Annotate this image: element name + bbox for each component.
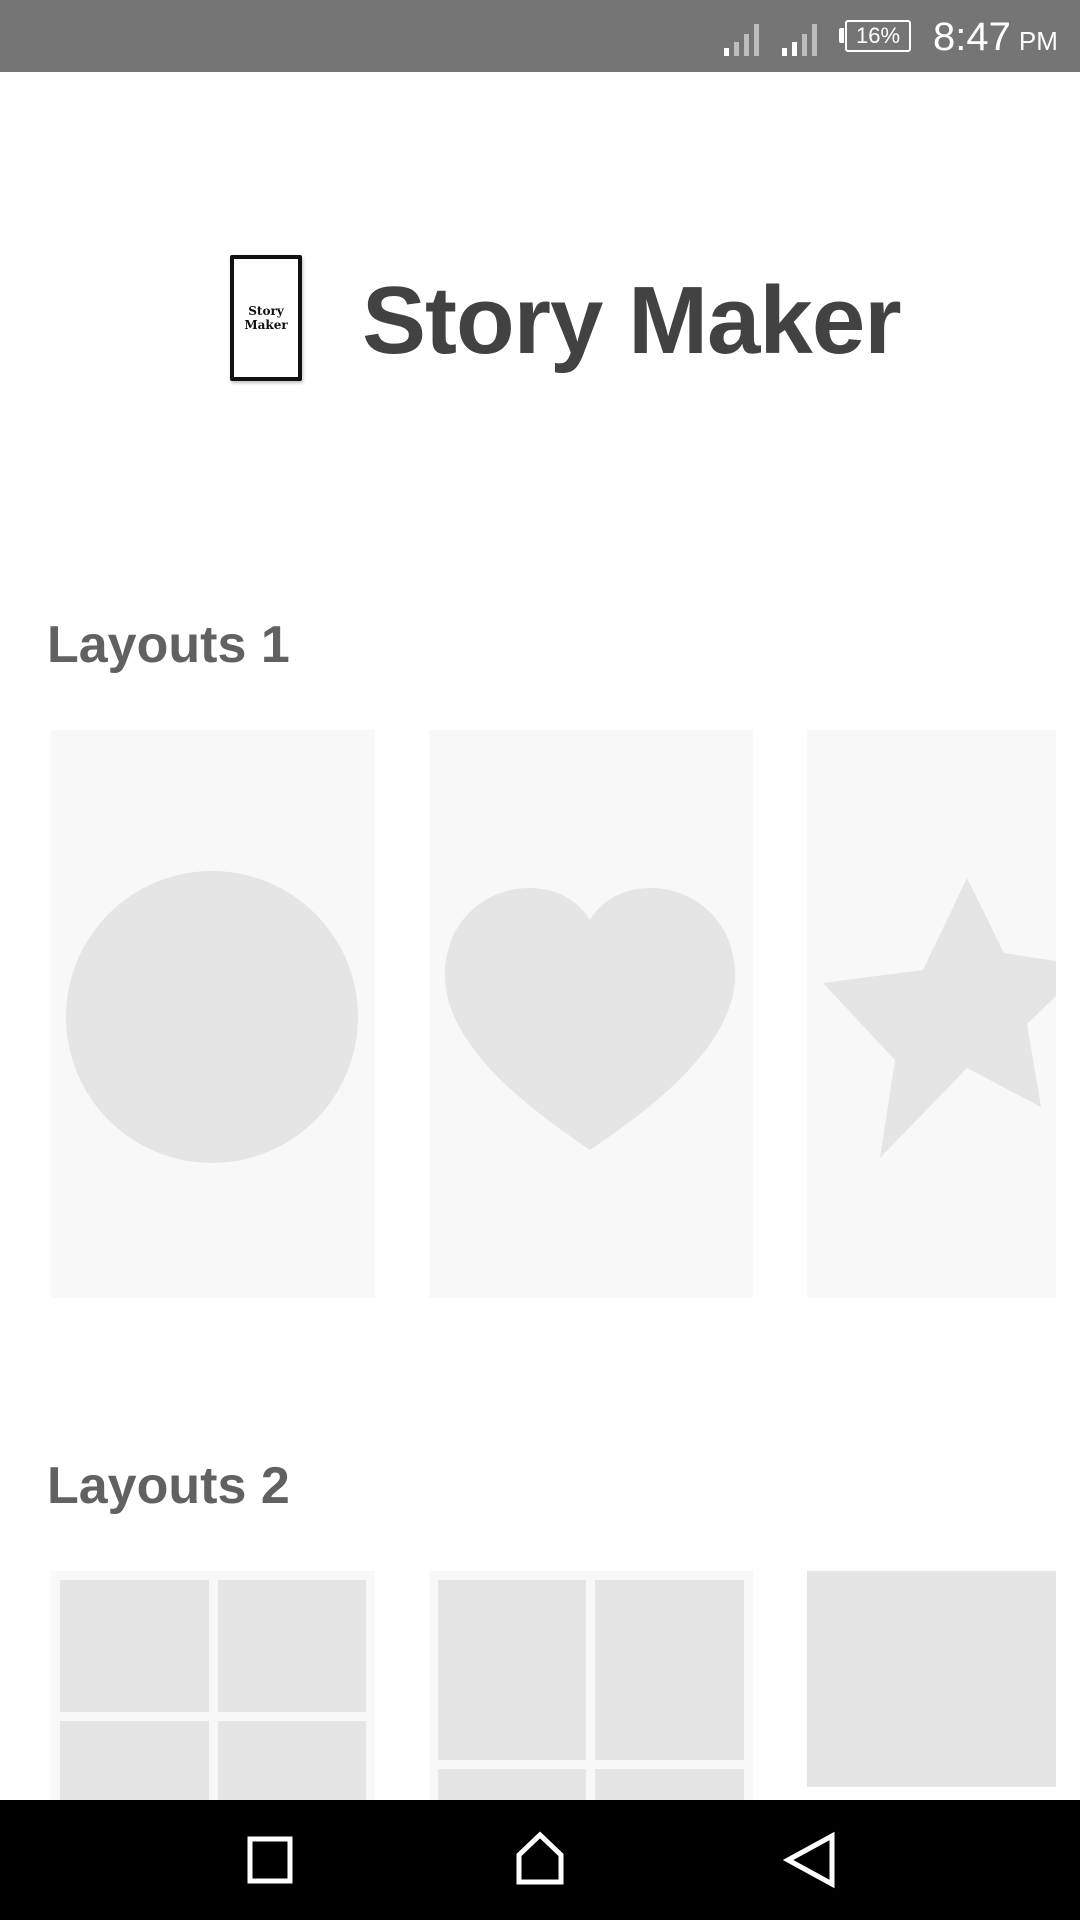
battery-percent: 16% [845, 20, 911, 52]
grid-cell [595, 1580, 744, 1760]
layout-card-heart[interactable] [429, 730, 753, 1298]
ampm-text: PM [1018, 26, 1058, 56]
layout-card-grid-2x2-tall[interactable] [429, 1571, 753, 1811]
heart-shape [445, 888, 735, 1150]
layout-card-grid-2x2[interactable] [51, 1571, 375, 1811]
home-button[interactable] [480, 1800, 600, 1920]
home-icon [516, 1831, 564, 1885]
grid-cell [218, 1580, 366, 1712]
status-time: 8:47 PM [933, 12, 1058, 62]
section-title-layouts-1: Layouts 1 [47, 616, 290, 674]
logo-text-line1: Story [248, 304, 284, 318]
signal-icon [724, 24, 759, 56]
time-text: 8:47 [933, 15, 1011, 59]
app-logo: Story Maker [230, 255, 302, 381]
navigation-bar [0, 1800, 1080, 1920]
status-bar: 16% 8:47 PM [0, 0, 1080, 72]
star-shape [823, 878, 1056, 1158]
back-button[interactable] [750, 1800, 870, 1920]
circle-shape [66, 871, 358, 1163]
grid-cell [60, 1721, 209, 1811]
screen: 16% 8:47 PM Story Maker Story Maker Layou… [0, 0, 1080, 1920]
grid-cell [218, 1721, 366, 1811]
battery-icon [839, 28, 844, 43]
layout-card-single-block[interactable] [807, 1571, 1056, 1811]
back-triangle-icon [782, 1831, 835, 1889]
layout-card-star[interactable] [807, 730, 1056, 1298]
grid-cell [60, 1580, 209, 1712]
recents-button[interactable] [210, 1800, 330, 1920]
recents-square-icon [247, 1836, 293, 1884]
signal-icon [782, 24, 817, 56]
grid-cell [438, 1580, 586, 1760]
logo-text-line2: Maker [244, 318, 288, 332]
section-title-layouts-2: Layouts 2 [47, 1457, 290, 1515]
app-title: Story Maker [362, 267, 902, 374]
grid-cell [807, 1571, 1056, 1787]
layout-card-circle[interactable] [51, 730, 375, 1298]
